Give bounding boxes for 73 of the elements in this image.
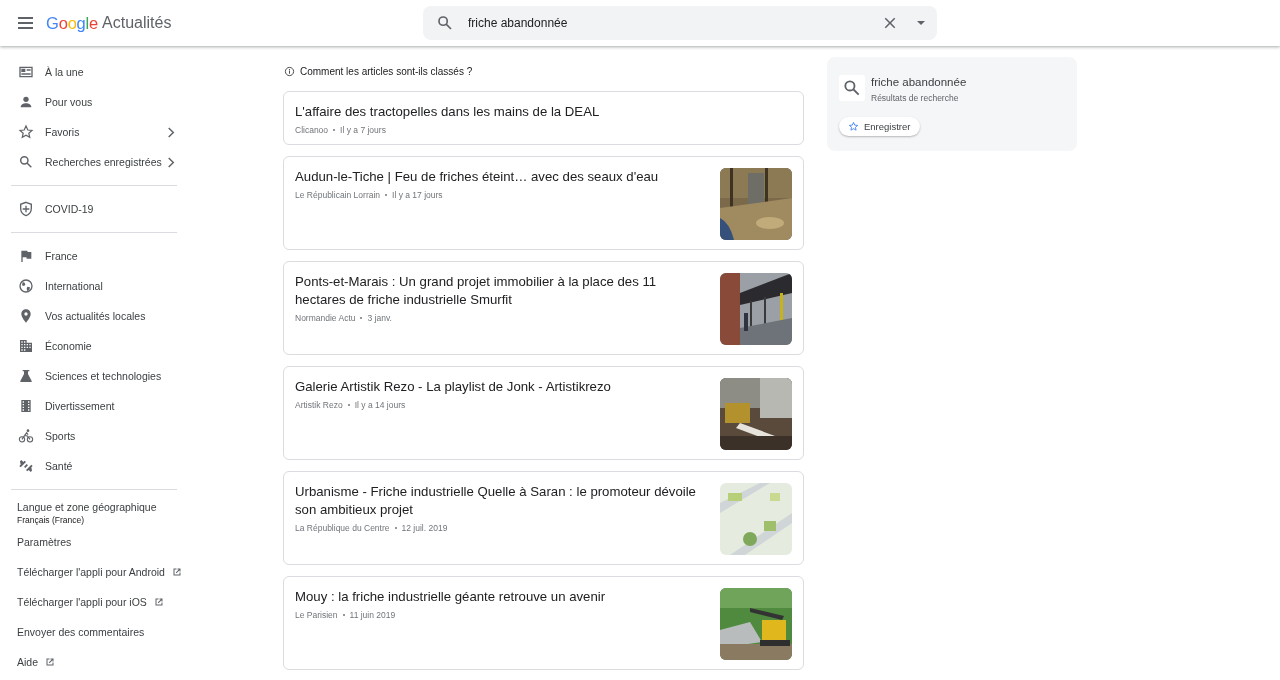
chevron-right-icon: [167, 126, 175, 138]
article-time: 3 janv.: [367, 313, 392, 323]
language-label[interactable]: Langue et zone géographique: [17, 501, 190, 513]
article-card[interactable]: Audun-le-Tiche | Feu de friches éteint… avec des seaux d'eau Le Républicain Lorrain Il y a 17 jours: [283, 156, 804, 250]
search-bar[interactable]: friche abandonnée: [423, 6, 937, 40]
bicycle-icon: [18, 428, 34, 444]
sidebar-item[interactable]: Favoris: [0, 117, 177, 147]
external-link-icon: [44, 656, 56, 668]
star-icon: [18, 124, 34, 140]
article-time: Il y a 7 jours: [340, 125, 386, 135]
location-pin-icon: [18, 308, 34, 324]
dumbbell-icon: [18, 458, 34, 474]
article-source: Le Républicain Lorrain: [295, 190, 381, 200]
sidebar-item[interactable]: France: [0, 241, 177, 271]
article-title[interactable]: Mouy : la friche industrielle géante retrouve un avenir: [295, 588, 710, 606]
logo[interactable]: Google: [46, 13, 99, 33]
building-icon: [18, 338, 34, 354]
article-title[interactable]: Urbanisme - Friche industrielle Quelle à Saran : le promoteur dévoile son ambitieux projet: [295, 483, 710, 519]
article-card[interactable]: Urbanisme - Friche industrielle Quelle à Saran : le promoteur dévoile son ambitieux projet La République du Centre 12 juil. 2019: [283, 471, 804, 565]
sidebar-item[interactable]: Sciences et technologies: [0, 361, 177, 391]
flask-icon: [18, 368, 34, 384]
menu-icon[interactable]: [18, 17, 33, 29]
sidebar-item[interactable]: Sports: [0, 421, 177, 451]
article-title[interactable]: L'affaire des tractopelles dans les mains de la DEAL: [295, 103, 792, 121]
sidebar-item[interactable]: Pour vous: [0, 87, 177, 117]
sidebar-link[interactable]: Télécharger l'appli pour iOS: [17, 596, 147, 608]
sidebar-item[interactable]: International: [0, 271, 177, 301]
info-icon: [284, 65, 295, 77]
chevron-right-icon: [167, 156, 175, 168]
search-field[interactable]: friche abandonnée: [466, 12, 881, 34]
featured-icon: [18, 64, 34, 80]
article-source: Le Parisien: [295, 610, 338, 620]
sidebar-item[interactable]: Recherches enregistrées: [0, 147, 177, 177]
sidebar-link[interactable]: Envoyer des commentaires: [17, 626, 145, 638]
star-icon: [848, 121, 859, 132]
article-time: Il y a 17 jours: [392, 190, 443, 200]
sidebar-item[interactable]: Divertissement: [0, 391, 177, 421]
save-button[interactable]: Enregistrer: [839, 117, 921, 136]
dropdown-caret-icon[interactable]: [917, 21, 925, 25]
article-title[interactable]: Galerie Artistik Rezo - La playlist de Jonk - Artistikrezo: [295, 378, 710, 396]
article-card[interactable]: Ponts-et-Marais : Un grand projet immobilier à la place des 11 hectares de friche industrielle Smurfit Normandie Actu 3 janv.: [283, 261, 804, 355]
article-time: 12 juil. 2019: [401, 523, 448, 533]
sidebar-item[interactable]: Économie: [0, 331, 177, 361]
article-source: La République du Centre: [295, 523, 390, 533]
article-source: Normandie Actu: [295, 313, 356, 323]
query-title: friche abandonnée: [871, 76, 967, 88]
person-icon: [18, 94, 34, 110]
sidebar-link[interactable]: Aide: [17, 656, 38, 668]
globe-icon: [18, 278, 34, 294]
sidebar-link[interactable]: Paramètres: [17, 536, 72, 548]
article-card[interactable]: L'affaire des tractopelles dans les mains de la DEAL Clicanoo Il y a 7 jours: [283, 91, 804, 145]
article-title[interactable]: Audun-le-Tiche | Feu de friches éteint… avec des seaux d'eau: [295, 168, 710, 186]
language-value: Français (France): [17, 515, 86, 525]
sidebar-item[interactable]: Santé: [0, 451, 177, 481]
article-time: 11 juin 2019: [349, 610, 396, 620]
film-icon: [18, 398, 34, 414]
query-subtitle: Résultats de recherche: [871, 93, 960, 103]
sidebar-item[interactable]: À la une: [0, 57, 177, 87]
article-card[interactable]: Mouy : la friche industrielle géante retrouve un avenir Le Parisien 11 juin 2019: [283, 576, 804, 670]
flag-icon: [18, 248, 34, 264]
search-icon: [18, 154, 34, 170]
sidebar-item[interactable]: COVID-19: [0, 194, 177, 224]
shield-icon: [18, 201, 34, 217]
article-card[interactable]: Galerie Artistik Rezo - La playlist de Jonk - Artistikrezo Artistik Rezo Il y a 14 jours: [283, 366, 804, 460]
article-title[interactable]: Ponts-et-Marais : Un grand projet immobilier à la place des 11 hectares de friche industrielle Smurfit: [295, 273, 710, 309]
sidebar-item[interactable]: Vos actualités locales: [0, 301, 177, 331]
product-name: Actualités: [102, 14, 172, 32]
article-source: Artistik Rezo: [295, 400, 343, 410]
article-source: Clicanoo: [295, 125, 329, 135]
article-time: Il y a 14 jours: [354, 400, 406, 410]
sidebar-link[interactable]: Télécharger l'appli pour Android: [17, 566, 165, 578]
ranking-info-link[interactable]: Comment les articles sont-ils classés ?: [284, 64, 804, 78]
search-icon: [436, 14, 454, 32]
